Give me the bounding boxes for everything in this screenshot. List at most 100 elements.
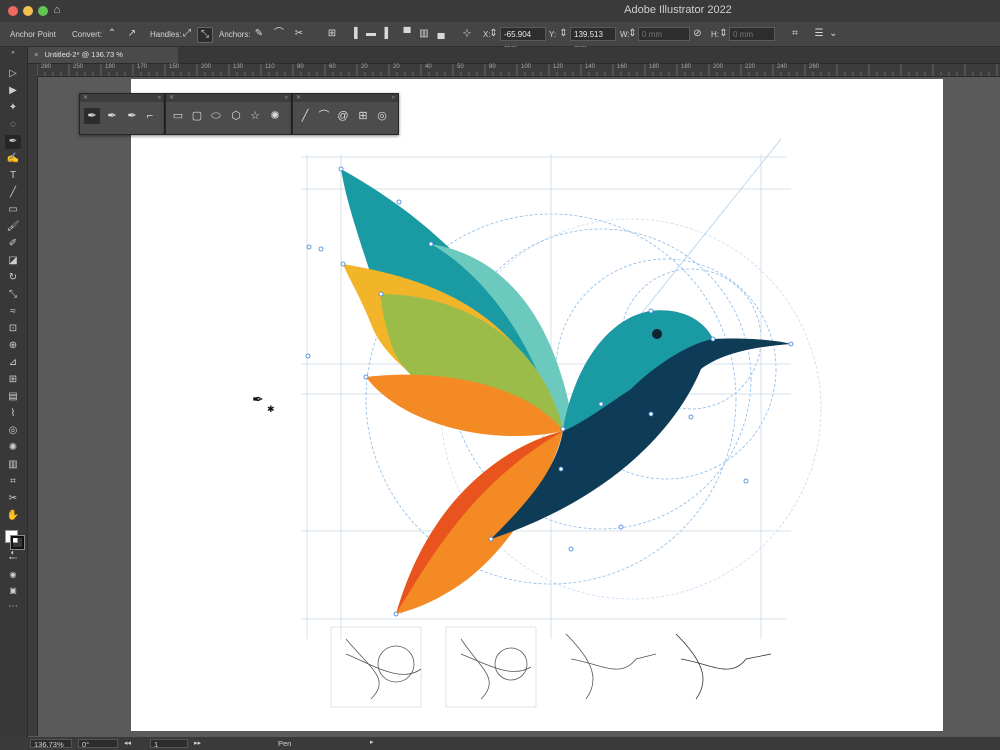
pen-tool-icon[interactable]: ✒ xyxy=(5,135,21,149)
show-multiple-handles-icon[interactable]: ⤢ xyxy=(180,27,194,41)
symbol-sprayer-tool-icon[interactable]: ✺ xyxy=(5,441,21,455)
polar-grid-tool-icon[interactable]: ◎ xyxy=(374,108,390,124)
ellipse-tool-icon[interactable]: ⬭ xyxy=(208,108,224,124)
zoom-level-field[interactable]: 136.73% xyxy=(30,739,72,749)
pen-tool-icon[interactable]: ✒ xyxy=(84,108,100,124)
remove-anchor-icon[interactable]: ✎ xyxy=(252,27,266,41)
h-stepper-icon[interactable]: ⇕ xyxy=(719,27,728,41)
w-stepper-icon[interactable]: ⇕ xyxy=(628,27,637,41)
column-graph-tool-icon[interactable]: ▥ xyxy=(5,458,21,472)
collapse-toolbar-icon[interactable]: » xyxy=(5,49,21,57)
align-bottom-icon[interactable]: ▄ xyxy=(434,27,448,41)
ruler-tick: 180 xyxy=(681,64,692,70)
rotate-tool-icon[interactable]: ↻ xyxy=(5,271,21,285)
rectangle-tool-icon[interactable]: ▭ xyxy=(170,108,186,124)
hide-multiple-handles-icon[interactable]: ⤡ xyxy=(197,27,213,43)
gradient-tool-icon[interactable]: ▤ xyxy=(5,390,21,404)
align-to-icon[interactable]: ⊞ xyxy=(325,27,339,41)
perspective-grid-tool-icon[interactable]: ⊿ xyxy=(5,356,21,370)
anchor-point-tool-icon[interactable]: ⌐ xyxy=(142,108,158,124)
artboard-tool-icon[interactable]: ⌗ xyxy=(5,475,21,489)
status-menu-icon[interactable]: ▸ xyxy=(370,738,374,746)
x-stepper-icon[interactable]: ⇕ xyxy=(489,27,498,41)
edit-toolbar-icon[interactable]: ⋯ xyxy=(5,600,21,614)
cursor-asterisk-icon: ✱ xyxy=(267,404,275,414)
chevron-down-icon[interactable]: ⌄ xyxy=(829,27,837,41)
polygon-tool-icon[interactable]: ⬡ xyxy=(228,108,244,124)
align-vcenter-icon[interactable]: ▥ xyxy=(417,27,431,41)
stroke-swatch[interactable] xyxy=(10,535,25,550)
reference-point-icon[interactable]: ⊹ xyxy=(460,27,474,41)
anchors-label: Anchors: xyxy=(219,30,251,39)
panel-menu-icon[interactable]: ☰ xyxy=(812,27,826,41)
constrain-proportions-icon[interactable]: ⊘ xyxy=(693,27,702,41)
horizontal-ruler: 280 250 190 170 150 200 130 110 80 60 20… xyxy=(37,64,1000,77)
type-tool-icon[interactable]: T xyxy=(5,169,21,183)
rectangular-grid-tool-icon[interactable]: ⊞ xyxy=(355,108,371,124)
convert-to-corner-icon[interactable]: ⌃ xyxy=(105,27,119,41)
width-tool-icon[interactable]: ≈ xyxy=(5,305,21,319)
eyedropper-tool-icon[interactable]: ⌇ xyxy=(5,407,21,421)
rotation-field[interactable]: 0° xyxy=(78,739,118,749)
ruler-tick: 240 xyxy=(777,64,788,70)
scale-tool-icon[interactable]: ⤡ xyxy=(5,288,21,302)
anchor-point xyxy=(428,241,434,247)
tail-orange xyxy=(396,431,563,614)
panel-header[interactable]: ✕» xyxy=(166,94,291,102)
direct-selection-tool-icon[interactable]: ▶ xyxy=(5,84,21,98)
rounded-rectangle-tool-icon[interactable]: ▢ xyxy=(189,108,205,124)
y-stepper-icon[interactable]: ⇕ xyxy=(559,27,568,41)
width-field[interactable]: 0 mm xyxy=(638,27,690,41)
lasso-tool-icon[interactable]: ◌ xyxy=(5,118,21,132)
align-top-icon[interactable]: ▀ xyxy=(400,27,414,41)
ruler-tick: 160 xyxy=(617,64,628,70)
shaper-tool-icon[interactable]: ✐ xyxy=(5,237,21,251)
shape-tools-flyout: ✕» ▭ ▢ ⬭ ⬡ ☆ ✺ xyxy=(165,93,292,135)
flare-tool-icon[interactable]: ✺ xyxy=(267,108,283,124)
cut-path-icon[interactable]: ✂ xyxy=(292,27,306,41)
star-tool-icon[interactable]: ☆ xyxy=(247,108,263,124)
anchor-point xyxy=(788,341,794,347)
line-segment-tool-icon[interactable]: ╱ xyxy=(297,108,313,124)
last-artboard-icon[interactable]: ▸▸ xyxy=(194,739,201,747)
panel-header[interactable]: ✕» xyxy=(80,94,164,102)
close-tab-icon[interactable]: × xyxy=(28,50,42,59)
panel-header[interactable]: ✕» xyxy=(293,94,398,102)
selection-tool-icon[interactable]: ▷ xyxy=(5,67,21,81)
curvature-tool-icon[interactable]: ✍ xyxy=(5,152,21,166)
magic-wand-tool-icon[interactable]: ✦ xyxy=(5,101,21,115)
anchor-point xyxy=(598,401,604,407)
rectangle-tool-icon[interactable]: ▭ xyxy=(5,203,21,217)
delete-anchor-point-icon[interactable]: ✒ xyxy=(124,108,140,124)
line-tool-icon[interactable]: ╱ xyxy=(5,186,21,200)
color-mode-icons[interactable]: ▪▫▫ xyxy=(5,552,21,566)
align-hcenter-icon[interactable]: ▬ xyxy=(364,27,378,41)
connect-endpoints-icon[interactable]: ⌒ xyxy=(272,27,286,41)
convert-to-smooth-icon[interactable]: ↗ xyxy=(125,27,139,41)
artboard-number-field[interactable]: 1 xyxy=(150,739,188,749)
screen-mode-icon[interactable]: ▣ xyxy=(5,584,21,598)
mesh-tool-icon[interactable]: ⊞ xyxy=(5,373,21,387)
draw-mode-icon[interactable]: ◉ xyxy=(5,568,21,582)
hand-tool-icon[interactable]: ✋ xyxy=(5,509,21,523)
slice-tool-icon[interactable]: ✂ xyxy=(5,492,21,506)
eraser-tool-icon[interactable]: ◪ xyxy=(5,254,21,268)
transform-bounds-icon[interactable]: ⌗ xyxy=(788,27,802,41)
ruler-tick: 260 xyxy=(809,64,820,70)
align-right-icon[interactable]: ▌ xyxy=(381,27,395,41)
spiral-tool-icon[interactable]: @ xyxy=(335,108,351,124)
blend-tool-icon[interactable]: ◎ xyxy=(5,424,21,438)
align-left-icon[interactable]: ▐ xyxy=(347,27,361,41)
anchor-point xyxy=(558,466,564,472)
paintbrush-tool-icon[interactable]: 🖌 xyxy=(5,220,21,234)
height-field[interactable]: 0 mm xyxy=(729,27,775,41)
document-tab[interactable]: × Untitled-2* @ 136.73 % (CMYK/Preview) xyxy=(28,47,178,75)
free-transform-tool-icon[interactable]: ⊡ xyxy=(5,322,21,336)
anchor-point xyxy=(618,524,624,530)
arc-tool-icon[interactable]: ⌒ xyxy=(316,108,332,124)
first-artboard-icon[interactable]: ◂◂ xyxy=(124,739,131,747)
x-position-field[interactable]: -65.904 mm xyxy=(500,27,546,53)
y-position-field[interactable]: 139.513 mm xyxy=(570,27,616,53)
shape-builder-tool-icon[interactable]: ⊕ xyxy=(5,339,21,353)
add-anchor-point-icon[interactable]: ✒ xyxy=(104,108,120,124)
